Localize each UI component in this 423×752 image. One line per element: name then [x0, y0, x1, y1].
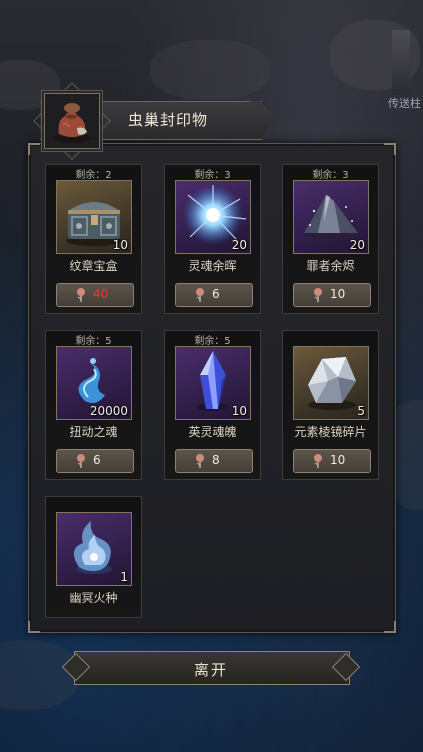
item-slot[interactable]: 10: [175, 346, 251, 420]
buy-button[interactable]: 10: [293, 283, 371, 307]
item-quantity: 20: [349, 238, 365, 252]
item-name: 扭动之魂: [69, 425, 118, 439]
item-cost: 10: [330, 453, 346, 467]
portal-label: 传送柱: [388, 97, 421, 110]
buy-button[interactable]: 10: [293, 449, 371, 473]
remaining-count: 剩余：5: [194, 336, 231, 347]
shop-item-card[interactable]: 剩余：5 10 英灵魂魄 8: [164, 330, 261, 480]
item-name: 纹章宝盒: [69, 259, 118, 273]
remaining-count: 剩余：2: [75, 170, 112, 181]
item-slot[interactable]: 20: [175, 180, 251, 254]
seed-token-icon: [314, 454, 322, 468]
item-slot[interactable]: 20000: [56, 346, 132, 420]
background-rock: [150, 40, 270, 100]
shop-item-card[interactable]: 剩余：3 20 灵魂余晖 6: [164, 164, 261, 314]
item-quantity: 10: [231, 404, 247, 418]
panel-corner: [384, 143, 396, 155]
panel-corner: [28, 143, 40, 155]
seed-token-icon: [314, 288, 322, 302]
item-quantity: 5: [357, 404, 365, 418]
remaining-count: 剩余：3: [194, 170, 231, 181]
leave-button[interactable]: 离开: [61, 651, 361, 685]
item-name: 幽冥火种: [69, 591, 118, 605]
item-slot[interactable]: 10: [56, 180, 132, 254]
item-cost: 6: [212, 287, 220, 301]
item-name: 灵魂余晖: [188, 259, 237, 273]
buy-button[interactable]: 40: [56, 283, 134, 307]
buy-button[interactable]: 8: [175, 449, 253, 473]
item-quantity: 20000: [89, 404, 128, 418]
item-quantity: 10: [112, 238, 128, 252]
item-quantity: 1: [120, 570, 128, 584]
buy-button[interactable]: 6: [175, 283, 253, 307]
seed-token-icon: [196, 454, 204, 468]
item-name: 罪者余烬: [306, 259, 355, 273]
shop-item-card[interactable]: 1 幽冥火种: [45, 496, 142, 618]
panel-corner: [28, 621, 40, 633]
item-cost: 8: [212, 453, 220, 467]
shop-item-card[interactable]: 剩余：3 20 罪者余烬 10: [282, 164, 379, 314]
item-cost: 6: [93, 453, 101, 467]
item-quantity: 20: [231, 238, 247, 252]
item-name: 元素棱镜碎片: [294, 425, 367, 439]
item-cost: 10: [330, 287, 346, 301]
shop-item-card[interactable]: 5 元素棱镜碎片 10: [282, 330, 379, 480]
buy-button[interactable]: 6: [56, 449, 134, 473]
header-emblem: [44, 93, 100, 149]
leave-button-label: 离开: [193, 661, 228, 679]
item-slot[interactable]: 5: [293, 346, 369, 420]
seed-token-icon: [196, 288, 204, 302]
sack-icon: [54, 103, 90, 143]
item-name: 英灵魂魄: [188, 425, 237, 439]
seed-token-icon: [77, 288, 85, 302]
item-cost: 40: [93, 287, 109, 301]
shop-item-card[interactable]: 剩余：5 20000 扭动之魂 6: [45, 330, 142, 480]
shop-item-card[interactable]: 剩余：2 10 纹章宝盒 40: [45, 164, 142, 314]
remaining-count: 剩余：3: [312, 170, 349, 181]
panel-corner: [384, 621, 396, 633]
remaining-count: 剩余：5: [75, 336, 112, 347]
seed-token-icon: [77, 454, 85, 468]
panel-title: 虫巢封印物: [128, 111, 209, 129]
item-slot[interactable]: 20: [293, 180, 369, 254]
panel-header-tip: [250, 101, 276, 138]
item-slot[interactable]: 1: [56, 512, 132, 586]
background-tower: [392, 30, 410, 95]
